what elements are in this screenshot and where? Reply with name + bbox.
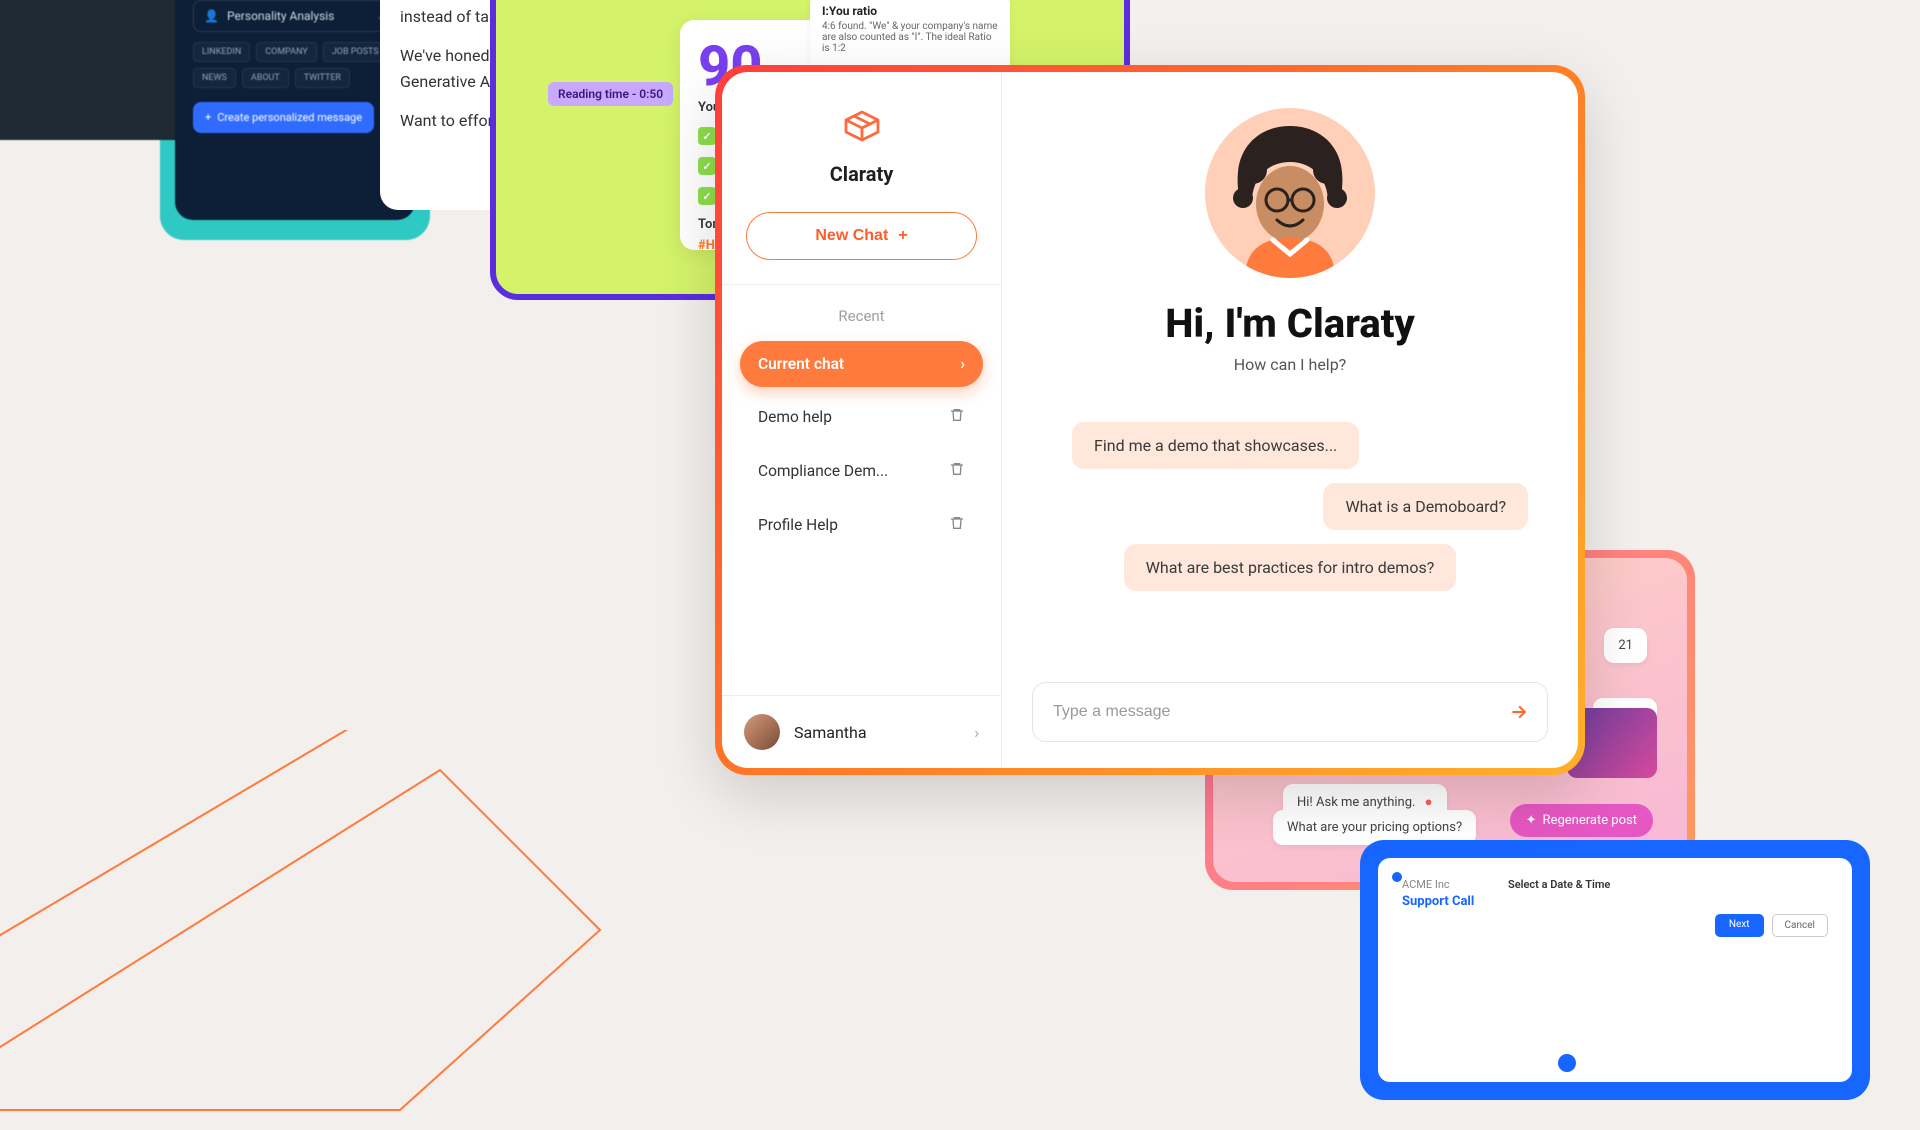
decor-lines — [0, 730, 780, 1130]
ratio-body: 4:6 found. "We" & your company's name ar… — [822, 21, 998, 54]
assistant-avatar — [1205, 108, 1375, 278]
navy-row-pers: 👤 Personality Analysis ⌄ — [193, 0, 397, 32]
date-chip: 21 — [1604, 628, 1647, 663]
chat-item-label: Demo help — [758, 408, 832, 426]
plus-icon: + — [205, 111, 211, 124]
support-call-label: Support Call — [1402, 894, 1474, 909]
recent-header: Recent — [722, 284, 1001, 335]
sidebar: Claraty New Chat + Recent Current chat ›… — [722, 72, 1002, 768]
trash-icon[interactable] — [949, 461, 965, 481]
cta-label: Create personalized message — [217, 111, 362, 124]
chat-item-label: Compliance Dem... — [758, 462, 888, 480]
user-icon: 👤 — [204, 9, 219, 23]
dot-icon — [1392, 872, 1402, 882]
next-button: Next — [1715, 914, 1764, 937]
check-icon: ✓ — [698, 157, 716, 175]
create-message-button: + Create personalized message — [193, 102, 374, 133]
plus-icon: + — [898, 227, 907, 245]
tag: NEWS — [193, 68, 236, 88]
acme-label: ACME Inc — [1402, 878, 1450, 891]
tag: ABOUT — [242, 68, 289, 88]
chevron-right-icon: › — [960, 355, 965, 373]
regenerate-button: ✦ Regenerate post — [1510, 804, 1653, 837]
new-chat-label: New Chat — [815, 227, 888, 245]
chat-list: Current chat › Demo help Compliance Dem.… — [722, 335, 1001, 695]
chat-main: Hi, I'm Claraty How can I help? Find me … — [1002, 72, 1578, 768]
navy-row-label: Personality Analysis — [227, 9, 334, 23]
suggestion-chip[interactable]: Find me a demo that showcases... — [1072, 422, 1359, 469]
brand: Claraty — [722, 72, 1001, 198]
decor-dark-card — [0, 0, 200, 140]
chat-item[interactable]: Demo help — [740, 393, 983, 441]
claraty-window: Claraty New Chat + Recent Current chat ›… — [715, 65, 1585, 775]
user-profile-row[interactable]: Samantha › — [722, 695, 1001, 768]
new-chat-button[interactable]: New Chat + — [746, 212, 977, 260]
check-icon: ✓ — [698, 127, 716, 145]
sparkle-icon: ✦ — [1526, 813, 1537, 828]
tag: JOB POSTS — [323, 42, 388, 62]
tag: COMPANY — [256, 42, 317, 62]
chat-item-label: Profile Help — [758, 516, 838, 534]
ratio-title: I:You ratio — [822, 4, 998, 18]
regen-label: Regenerate post — [1543, 813, 1637, 828]
brand-name: Claraty — [732, 162, 991, 186]
dot-icon — [1558, 1054, 1576, 1072]
cancel-button: Cancel — [1772, 914, 1828, 937]
chat-item[interactable]: Profile Help — [740, 501, 983, 549]
dot-icon: ● — [1425, 795, 1433, 810]
chevron-right-icon: › — [974, 723, 979, 742]
brand-logo-icon — [838, 102, 886, 150]
ask-text: Hi! Ask me anything. — [1297, 795, 1415, 810]
tag: TWITTER — [295, 68, 350, 88]
select-date-label: Select a Date & Time — [1508, 878, 1610, 891]
reading-time-pill: Reading time - 0:50 — [548, 82, 673, 106]
user-avatar — [744, 714, 780, 750]
decor-navy-card: 💬 Communication Advice ⌄ 👤 Personality A… — [175, 0, 415, 220]
decor-blue-card: ACME Inc Support Call Select a Date & Ti… — [1360, 840, 1870, 1100]
trash-icon[interactable] — [949, 407, 965, 427]
user-name: Samantha — [794, 723, 867, 742]
hero-subtitle: How can I help? — [1234, 355, 1346, 374]
ratio-card: I:You ratio 4:6 found. "We" & your compa… — [810, 0, 1010, 74]
trash-icon[interactable] — [949, 515, 965, 535]
suggestion-chip[interactable]: What is a Demoboard? — [1323, 483, 1528, 530]
chat-item[interactable]: Compliance Dem... — [740, 447, 983, 495]
tag: LINKEDIN — [193, 42, 250, 62]
message-composer — [1032, 682, 1548, 742]
message-input[interactable] — [1053, 703, 1499, 721]
suggestions: Find me a demo that showcases... What is… — [1032, 422, 1548, 591]
hero-title: Hi, I'm Claraty — [1165, 300, 1415, 347]
suggestion-chip[interactable]: What are best practices for intro demos? — [1124, 544, 1457, 591]
chat-item-current[interactable]: Current chat › — [740, 341, 983, 387]
chat-item-label: Current chat — [758, 355, 844, 373]
check-icon: ✓ — [698, 187, 716, 205]
navy-tags: LINKEDIN COMPANY JOB POSTS NEWS ABOUT TW… — [193, 42, 397, 88]
send-button[interactable] — [1499, 692, 1539, 732]
